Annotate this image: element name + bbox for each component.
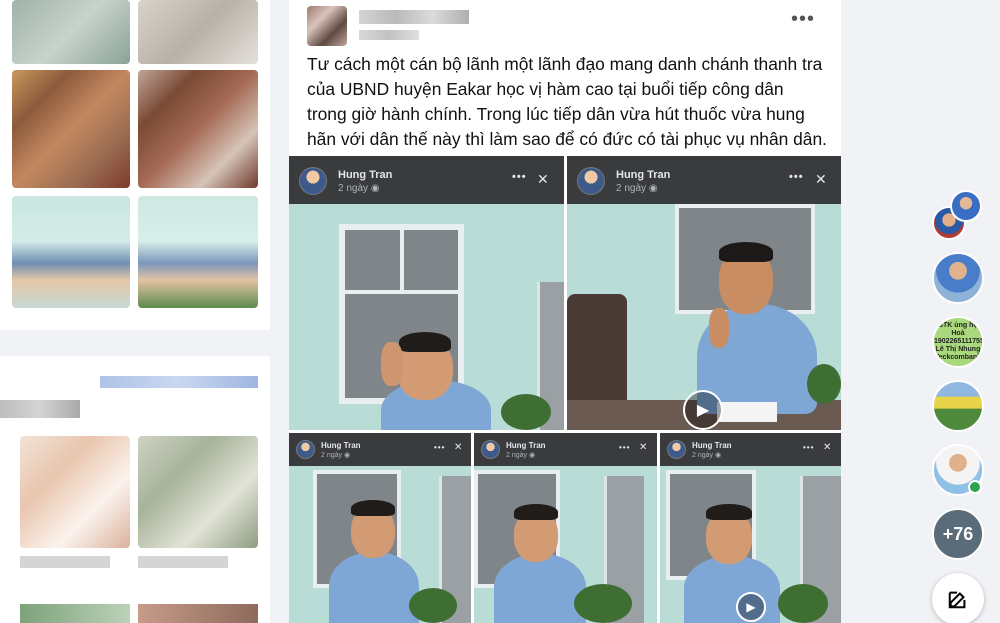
blurred-photo[interactable] bbox=[12, 70, 130, 188]
screenshot-author: Hung Tran bbox=[506, 441, 546, 450]
globe-icon: ◉ bbox=[714, 452, 722, 459]
left-feed-column bbox=[0, 0, 272, 623]
person-hand bbox=[381, 342, 403, 386]
embedded-screenshot[interactable]: Hung Tran 2 ngày ◉ ••• ✕ ▶ bbox=[660, 433, 841, 623]
avatar bbox=[577, 167, 605, 195]
blurred-name bbox=[138, 556, 228, 568]
blurred-photo[interactable] bbox=[138, 0, 258, 64]
avatar bbox=[481, 440, 500, 459]
avatar bbox=[667, 440, 686, 459]
globe-icon: ◉ bbox=[648, 183, 658, 194]
screenshot-author: Hung Tran bbox=[616, 169, 671, 181]
blurred-link[interactable] bbox=[100, 376, 258, 388]
globe-icon: ◉ bbox=[370, 183, 380, 194]
stk-line: STK ủng hộ Hoà bbox=[938, 322, 978, 337]
embedded-screenshot[interactable]: Hung Tran 2 ngày ◉ ••• ✕ bbox=[474, 433, 657, 623]
feed-post: ••• Tư cách một cán bộ lãnh một lãnh đạo… bbox=[289, 0, 841, 623]
video-frame: ▶ bbox=[567, 204, 841, 430]
more-horizontal-icon: ••• bbox=[619, 443, 631, 452]
papers bbox=[717, 402, 777, 422]
more-horizontal-icon: ••• bbox=[803, 443, 815, 452]
stk-line: Lê Thị Nhung bbox=[935, 346, 981, 353]
play-icon[interactable]: ▶ bbox=[736, 592, 766, 622]
video-frame bbox=[474, 466, 657, 623]
person-hand bbox=[709, 308, 729, 348]
online-status-icon bbox=[968, 480, 982, 494]
chat-head[interactable] bbox=[932, 252, 984, 304]
photo-grid-card bbox=[0, 0, 270, 330]
screenshot-time: 2 ngày ◉ bbox=[321, 452, 351, 459]
embedded-screenshot[interactable]: Hung Tran 2 ngày ◉ ••• ✕ bbox=[289, 156, 564, 430]
post-text: Tư cách một cán bộ lãnh một lãnh đạo man… bbox=[307, 54, 827, 149]
blurred-photo[interactable] bbox=[138, 70, 258, 188]
plant bbox=[807, 364, 841, 404]
close-icon: ✕ bbox=[454, 442, 463, 453]
embedded-screenshot[interactable]: Hung Tran 2 ngày ◉ ••• ✕ ▶ bbox=[567, 156, 841, 430]
blurred-photo[interactable] bbox=[12, 0, 130, 64]
blurred-name bbox=[20, 556, 110, 568]
plant bbox=[409, 588, 457, 623]
screenshot-header: Hung Tran 2 ngày ◉ ••• ✕ bbox=[660, 433, 841, 466]
screenshot-time: 2 ngày ◉ bbox=[616, 183, 658, 194]
screenshot-author: Hung Tran bbox=[321, 441, 361, 450]
suggestion-card bbox=[0, 356, 270, 623]
blurred-profile-photo[interactable] bbox=[138, 436, 258, 548]
more-horizontal-icon: ••• bbox=[512, 171, 527, 183]
avatar bbox=[299, 167, 327, 195]
chat-head-stk[interactable]: STK ủng hộ Hoà 19022651117555 Lê Thị Nhu… bbox=[932, 316, 984, 368]
person-shirt bbox=[494, 554, 586, 623]
person-hair bbox=[719, 242, 773, 262]
chat-head[interactable] bbox=[932, 380, 984, 432]
embedded-screenshot[interactable]: Hung Tran 2 ngày ◉ ••• ✕ bbox=[289, 433, 471, 623]
blurred-profile-photo[interactable] bbox=[20, 436, 130, 548]
globe-icon: ◉ bbox=[528, 452, 536, 459]
person-hair bbox=[706, 504, 752, 520]
avatar bbox=[296, 440, 315, 459]
person-shirt bbox=[329, 552, 419, 623]
screenshot-time: 2 ngày ◉ bbox=[692, 452, 722, 459]
close-icon: ✕ bbox=[537, 171, 549, 187]
person-hair bbox=[514, 504, 558, 520]
plant bbox=[574, 584, 632, 623]
blurred-heading bbox=[0, 400, 80, 418]
plant bbox=[501, 394, 551, 430]
close-icon: ✕ bbox=[815, 171, 827, 187]
screenshot-author: Hung Tran bbox=[692, 441, 732, 450]
video-frame: ▶ bbox=[660, 466, 841, 623]
post-meta-blurred bbox=[359, 30, 419, 40]
chat-head[interactable] bbox=[950, 190, 982, 222]
blurred-photo[interactable] bbox=[138, 196, 258, 308]
person-shirt bbox=[684, 556, 780, 623]
stk-line: 19022651117555 bbox=[934, 338, 984, 345]
more-horizontal-icon: ••• bbox=[789, 171, 804, 183]
screenshot-header: Hung Tran 2 ngày ◉ ••• ✕ bbox=[289, 156, 564, 204]
screenshot-header: Hung Tran 2 ngày ◉ ••• ✕ bbox=[567, 156, 841, 204]
play-icon[interactable]: ▶ bbox=[683, 390, 723, 430]
compose-icon[interactable] bbox=[932, 573, 984, 623]
screenshot-author: Hung Tran bbox=[338, 169, 393, 181]
video-frame bbox=[289, 466, 471, 623]
screenshot-header: Hung Tran 2 ngày ◉ ••• ✕ bbox=[474, 433, 657, 466]
blurred-photo[interactable] bbox=[12, 196, 130, 308]
blurred-photo[interactable] bbox=[138, 604, 258, 623]
more-contacts-button[interactable]: +76 bbox=[932, 508, 984, 560]
author-avatar[interactable] bbox=[307, 6, 347, 46]
more-horizontal-icon: ••• bbox=[434, 443, 446, 452]
screenshot-time: 2 ngày ◉ bbox=[338, 183, 380, 194]
video-frame bbox=[289, 204, 564, 430]
stk-line: Teckcombank bbox=[934, 354, 982, 361]
plant bbox=[778, 584, 828, 623]
close-icon: ✕ bbox=[639, 442, 648, 453]
author-name-blurred[interactable] bbox=[359, 10, 469, 24]
screenshot-time: 2 ngày ◉ bbox=[506, 452, 536, 459]
person-hair bbox=[399, 332, 451, 352]
more-horizontal-icon[interactable]: ••• bbox=[791, 8, 815, 31]
close-icon: ✕ bbox=[823, 442, 832, 453]
blurred-photo[interactable] bbox=[20, 604, 130, 623]
globe-icon: ◉ bbox=[343, 452, 351, 459]
screenshot-header: Hung Tran 2 ngày ◉ ••• ✕ bbox=[289, 433, 471, 466]
person-hair bbox=[351, 500, 395, 516]
